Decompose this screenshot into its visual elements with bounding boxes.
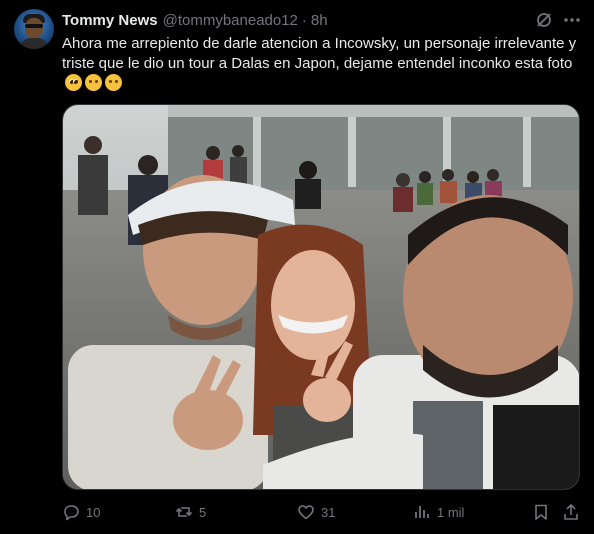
tweet-text: Ahora me arrepiento de darle atencion a … xyxy=(62,34,582,94)
author-handle[interactable]: @tommybaneado12 xyxy=(163,12,298,29)
like-button[interactable]: 31 xyxy=(297,500,335,524)
tweet-text-body: Ahora me arrepiento de darle atencion a … xyxy=(62,35,577,72)
avatar-face xyxy=(25,18,43,38)
tweet-photo[interactable] xyxy=(62,104,580,490)
pleading-face-emoji xyxy=(65,74,82,91)
repost-button[interactable]: 5 xyxy=(175,500,206,524)
like-icon xyxy=(298,505,314,520)
reply-count: 10 xyxy=(86,504,101,520)
relieved-face-emoji xyxy=(85,74,102,91)
repost-count: 5 xyxy=(199,504,207,520)
views-button[interactable]: 1 mil xyxy=(413,500,464,524)
repost-icon xyxy=(175,507,193,517)
author-name[interactable]: Tommy News xyxy=(62,12,158,29)
views-count: 1 mil xyxy=(437,504,465,520)
tweet-actions: 10 5 31 1 mil xyxy=(62,500,582,524)
grok-icon[interactable] xyxy=(535,11,553,29)
tweet[interactable]: Tommy News @tommybaneado12 · 8h Ahora me… xyxy=(0,0,594,534)
bookmark-button[interactable] xyxy=(532,500,556,524)
separator-dot: · xyxy=(301,11,307,29)
reply-button[interactable]: 10 xyxy=(62,500,100,524)
bookmark-icon xyxy=(535,504,547,520)
avatar[interactable] xyxy=(14,9,54,49)
share-button[interactable] xyxy=(562,500,586,524)
avatar-shirt xyxy=(19,38,49,49)
tweet-header: Tommy News @tommybaneado12 · 8h xyxy=(62,11,328,29)
like-count: 31 xyxy=(321,504,336,520)
timestamp[interactable]: 8h xyxy=(311,12,328,29)
views-icon xyxy=(415,506,429,518)
smirking-face-emoji xyxy=(105,74,122,91)
more-icon[interactable] xyxy=(562,10,582,30)
share-icon xyxy=(564,503,578,520)
reply-icon xyxy=(64,505,79,521)
photo-building xyxy=(168,105,579,190)
avatar-glasses xyxy=(25,24,43,28)
